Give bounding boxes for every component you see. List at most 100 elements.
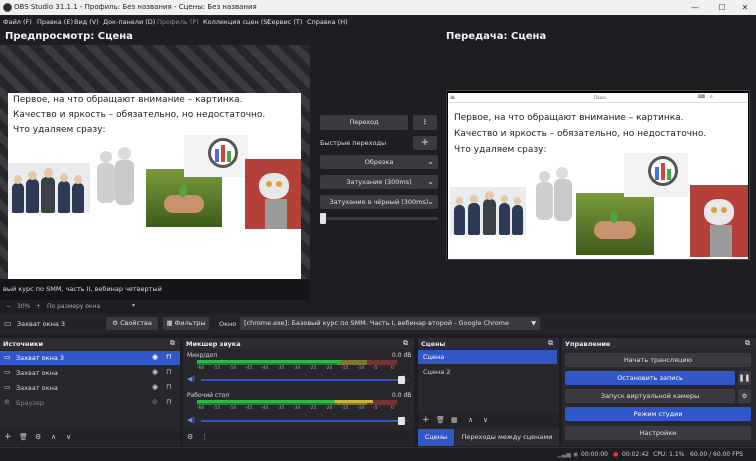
source-row-window-capture[interactable]: ▭ Захват окна ◉ ⊓ [0,366,180,380]
window-label: Окно [219,320,237,328]
more-options-icon[interactable]: ⋮ [401,375,407,381]
volume-slider[interactable] [201,417,409,425]
add-quick-transition-button[interactable]: + [413,136,437,150]
dock-float-icon[interactable]: ⧉ [745,339,750,348]
zoom-dropdown-icon[interactable]: ▾ [132,302,135,309]
move-down-icon[interactable]: ∨ [66,434,71,441]
move-up-icon[interactable]: ∧ [468,417,473,424]
filter-icon: ▦ [166,319,175,327]
more-options-icon[interactable]: ⋮ [201,434,208,441]
menu-edit[interactable]: Правка (E) [37,18,73,26]
lemur-image [245,159,301,229]
filter-icon[interactable]: ▦ [451,417,458,424]
tick-label: -30 [293,406,301,411]
scenes-toolbar: + 🗑︎ ▦ ∧ ∨ [418,414,559,428]
preview-title: Предпросмотр: Сцена [5,31,133,42]
zoom-level: 30% [17,303,31,310]
speaker-icon[interactable]: ◀) [187,376,195,383]
signal-bars-icon: ▁▃▅ [557,451,571,458]
quick-transition-cut[interactable]: Обрезка ⌄ [320,155,438,169]
move-down-icon[interactable]: ∨ [483,417,488,424]
volume-slider[interactable] [201,376,409,384]
slide-line-1: Первое, на что обращают внимание – карти… [13,95,243,105]
advanced-audio-icon[interactable]: ⚙ [187,434,193,441]
dock-float-icon[interactable]: ⧉ [403,339,408,348]
window-capture-icon: ▭ [4,319,12,328]
tick-label: -50 [229,406,237,411]
t-bar-handle[interactable] [320,213,326,224]
filters-label: Фильтры [174,319,206,327]
volume-meter-level [197,360,341,363]
eye-hidden-icon[interactable]: ⊘ [152,399,158,406]
program-title: Передача: Сцена [446,31,547,42]
zoom-mode[interactable]: По размеру окна [47,303,100,310]
move-up-icon[interactable]: ∧ [51,434,56,441]
virtual-camera-settings-button[interactable]: ⚙ [738,389,751,403]
filters-button[interactable]: ▦ Фильтры [163,317,209,330]
start-virtual-camera-button[interactable]: Запуск виртуальной камеры [565,389,735,403]
zoom-in-icon[interactable]: + [36,303,41,310]
menu-tools[interactable]: Сервис (T) [267,18,302,26]
recording-icon: ● [613,451,619,458]
trash-icon[interactable]: 🗑︎ [436,417,445,424]
speaker-icon[interactable]: ◀) [187,417,195,424]
tick-label: -60 [197,406,205,411]
properties-button[interactable]: ⚙ Свойства [106,317,158,330]
start-streaming-button[interactable]: Начать трансляцию [565,353,751,367]
unlock-icon[interactable]: ⊓ [166,369,171,376]
t-bar-track[interactable] [320,217,438,220]
window-select[interactable]: [chrome.exe]: Базовый курс по SMM. Часть… [240,317,540,330]
menu-icon: ≡ [450,94,456,101]
menu-file[interactable]: Файл (F) [3,18,32,26]
unlock-icon[interactable]: ⊓ [166,354,171,361]
menu-scene-collection[interactable]: Коллекция сцен (S) [203,18,270,26]
eye-icon[interactable]: ◉ [152,369,158,376]
maximize-button[interactable]: ☐ [711,1,733,14]
scenes-title: Сцены [421,340,446,348]
quick-transition-fade[interactable]: Затухание (300ms) ⌄ [320,175,438,189]
add-icon[interactable]: + [422,416,430,425]
zoom-out-icon[interactable]: − [6,303,11,310]
menu-profile[interactable]: Профиль (P) [157,18,199,26]
dock-float-icon[interactable]: ⧉ [548,339,553,348]
program-slide-line-2: Качество и яркость – обязательно, но нед… [454,129,707,139]
scene-row-scene-2[interactable]: Сцена 2 [418,365,559,379]
source-row-browser[interactable]: ⊕ Браузер ⊘ ⊓ [0,396,180,410]
transition-more-button[interactable]: ⋮ [413,115,437,130]
search-icon: ⌕ [710,94,713,100]
gear-icon[interactable]: ⚙ [35,434,41,441]
quick-transition-fade-black[interactable]: Затухание в чёрный (300ms) ⌄ [320,195,438,209]
studio-mode-button[interactable]: Режим студии [565,407,751,421]
tick-label: 0 [391,406,394,411]
menu-help[interactable]: Справка (H) [307,18,348,26]
menu-view[interactable]: Вид (V) [74,18,99,26]
unlock-icon[interactable]: ⊓ [166,384,171,391]
dock-float-icon[interactable]: ⧉ [170,339,175,348]
close-button[interactable]: ✕ [734,1,756,14]
preview-canvas[interactable]: Первое, на что обращают внимание – карти… [0,45,310,300]
source-label: Захват окна [16,369,58,377]
unlock-icon[interactable]: ⊓ [166,399,171,406]
settings-button[interactable]: Настройки [565,426,751,440]
properties-label: Свойства [120,319,152,327]
mixer-header: Микшер звука ⧉ [183,338,414,349]
eye-icon[interactable]: ◉ [152,384,158,391]
pause-recording-button[interactable]: ❚❚ [738,371,751,385]
channel-db: 0.0 dB [392,392,412,399]
source-row-window-capture-2[interactable]: ▭ Захват окна ◉ ⊓ [0,381,180,395]
scene-label: Сцена [423,353,445,361]
menu-docks[interactable]: Док-панели (D) [103,18,155,26]
tab-scenes[interactable]: Сцены [418,429,454,446]
more-options-icon[interactable]: ⋮ [401,416,407,422]
tick-label: -15 [341,406,349,411]
transition-button[interactable]: Переход [320,115,408,130]
source-row-window-capture-3[interactable]: ▭ Захват окна 3 ◉ ⊓ [0,351,180,365]
eye-icon[interactable]: ◉ [152,354,158,361]
program-slide-line-3: Что удаляем сразу: [454,145,547,155]
add-icon[interactable]: + [4,433,12,442]
minimize-button[interactable]: — [684,1,706,14]
tab-scene-transitions[interactable]: Переходы между сценами [455,429,559,446]
scene-row-scene[interactable]: Сцена [418,350,557,364]
stop-recording-button[interactable]: Остановить запись [565,371,735,385]
trash-icon[interactable]: 🗑︎ [19,434,28,441]
